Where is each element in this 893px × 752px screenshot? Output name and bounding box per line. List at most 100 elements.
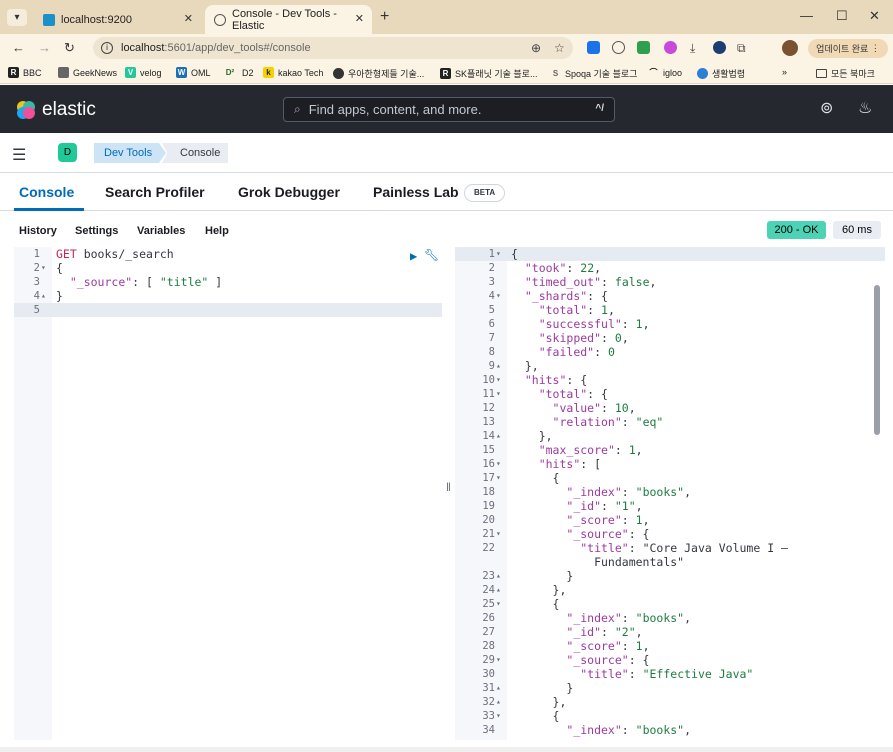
history-button[interactable]: History [19,225,57,237]
extension-purple-icon[interactable] [664,41,677,54]
line-number: 3 [488,276,495,288]
fold-collapse-icon[interactable]: ▾ [496,387,505,401]
forward-button[interactable]: → [38,40,51,55]
more-bookmarks-chevron-icon[interactable]: » [782,67,787,77]
skplanet-icon: R [440,68,451,79]
help-button[interactable]: Help [205,225,229,237]
fold-collapse-icon[interactable]: ▾ [496,471,505,485]
tab-console[interactable]: Console [19,184,74,200]
extension-translate-icon[interactable] [587,41,600,54]
pane-resizer-handle[interactable]: ‖ [446,480,451,494]
fold-collapse-icon[interactable]: ▾ [496,527,505,541]
code-line: "total": 1, [538,303,615,317]
fold-collapse-icon[interactable]: ▾ [496,247,505,261]
response-viewer[interactable]: 1 ▾{2 "took": 22, 3 "timed_out": false, 4 ▾ … [455,247,885,740]
fold-collapse-icon[interactable]: ▾ [496,373,505,387]
fold-collapse-icon[interactable]: ▾ [496,597,505,611]
fold-collapse-icon[interactable]: ▾ [41,261,50,275]
bookmark-kakao[interactable]: k kakao Tech [263,67,323,78]
update-button[interactable]: 업데이트 완료 ⋮ [808,39,888,58]
extension-check-icon[interactable] [713,41,726,54]
elastic-logo[interactable]: elastic [16,99,96,121]
bookmark-bbc[interactable]: R BBC [8,67,42,78]
bookmark-label: BBC [23,67,42,78]
close-window-button[interactable]: ✕ [869,8,880,24]
fold-collapse-icon[interactable]: ▾ [496,653,505,667]
bookmark-spoqa[interactable]: S Spoqa 기술 블로그 [550,67,638,80]
fold-expand-icon[interactable]: ▴ [496,359,505,373]
tab-grok-debugger[interactable]: Grok Debugger [238,184,340,200]
maximize-button[interactable]: ☐ [836,8,848,24]
code-line: "relation": "eq" [552,415,664,429]
fold-collapse-icon[interactable]: ▾ [496,709,505,723]
fold-expand-icon[interactable]: ▴ [496,583,505,597]
fold-expand-icon[interactable]: ▴ [496,569,505,583]
code-line: }, [511,695,567,709]
fold-expand-icon[interactable]: ▴ [41,289,50,303]
address-bar[interactable]: i localhost:5601/app/dev_tools#/console [93,37,573,59]
tab-search-chevron-icon[interactable]: ▾ [7,9,27,26]
line-number: 10 [482,374,495,386]
variables-button[interactable]: Variables [137,225,185,237]
beta-badge: BETA [464,184,506,202]
code-line: }, [511,429,553,443]
line-number: 14 [482,430,495,442]
bookmark-velog[interactable]: Vvelog [125,67,162,78]
bookmark-star-icon[interactable]: ☆ [554,41,565,55]
bookmark-woowa[interactable]: 우아한형제들 기술... [333,67,424,80]
bookmark-d2[interactable]: D² D2 [222,67,254,78]
zoom-icon[interactable]: ⊕ [531,41,541,55]
line-number: 9 [488,360,495,372]
current-line-highlight [14,303,442,317]
breadcrumb-dev-tools[interactable]: Dev Tools [94,143,167,163]
fold-collapse-icon[interactable]: ▾ [496,457,505,471]
tab-close-icon[interactable]: ✕ [184,12,193,25]
settings-button[interactable]: Settings [75,225,118,237]
tab-close-icon[interactable]: ✕ [355,12,364,25]
tab-painless-lab[interactable]: Painless Lab [373,184,459,200]
wrench-icon[interactable]: 🔧︎ [424,248,439,262]
site-info-icon[interactable]: i [101,42,113,54]
extension-green-icon[interactable] [637,41,650,54]
reload-button[interactable]: ↻ [64,40,75,56]
bookmark-geeknews[interactable]: GeekNews [58,67,117,78]
bookmark-law[interactable]: 생활법령 [697,67,745,80]
line-number: 34 [482,724,495,736]
send-request-play-icon[interactable]: ▶ [410,249,417,263]
fold-collapse-icon[interactable]: ▾ [496,289,505,303]
global-search-input[interactable]: ⌕ Find apps, content, and more. ^/ [283,97,615,122]
line-number: 21 [482,528,495,540]
profile-avatar[interactable] [782,40,798,56]
bookmark-skplanet[interactable]: R SK플래닛 기술 블로... [440,67,537,80]
extension-circle-icon[interactable] [612,41,625,54]
bookmark-igloo[interactable]: ⌒ igloo [648,67,683,78]
fold-expand-icon[interactable]: ▴ [496,681,505,695]
new-tab-button[interactable]: + [380,8,389,26]
response-scrollbar[interactable] [874,285,880,435]
menu-icon[interactable]: ☰ [12,145,26,165]
code-line: "_id": "1", [566,499,643,513]
tab-search-profiler[interactable]: Search Profiler [105,184,205,200]
line-number: 11 [482,388,495,400]
download-icon[interactable]: ⤓ [690,41,695,56]
all-bookmarks[interactable]: 모든 북마크 [816,67,875,80]
extensions-puzzle-icon[interactable]: ⧉ [737,41,746,56]
code-line: "_source": { [566,527,650,541]
fold-expand-icon[interactable]: ▴ [496,695,505,709]
line-number: 3 [33,276,40,288]
code-line: }, [511,359,539,373]
request-editor[interactable]: ▶ 🔧︎ 1 GET books/_search 2 ▾ {3 "_source": [… [14,247,442,740]
fold-expand-icon[interactable]: ▴ [496,429,505,443]
newsfeed-icon[interactable]: ♨ [858,98,872,118]
browser-tab-localhost[interactable]: localhost:9200 ✕ [33,5,201,34]
minimize-button[interactable]: — [800,8,813,23]
space-avatar[interactable]: D [58,143,77,162]
browser-tab-console[interactable]: Console - Dev Tools - Elastic ✕ [205,5,372,34]
line-number: 19 [482,500,495,512]
help-icon[interactable]: ⊚ [820,98,833,118]
line-number: 13 [482,416,495,428]
bookmark-label: SK플래닛 기술 블로... [455,69,538,79]
bookmark-oml[interactable]: W OML [176,67,211,78]
back-button[interactable]: ← [12,40,25,55]
line-number: 27 [482,626,495,638]
